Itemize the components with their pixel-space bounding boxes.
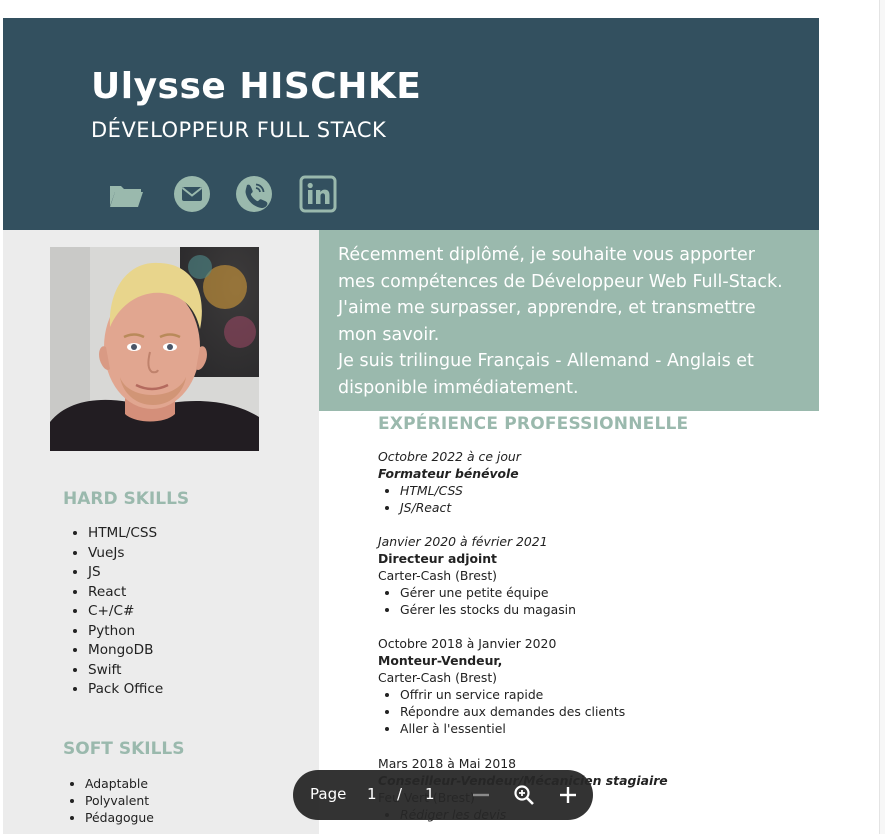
- list-item: Pédagogue: [85, 809, 154, 826]
- job-dates: Octobre 2018 à Janvier 2020: [378, 636, 557, 651]
- list-item: HTML/CSS: [88, 524, 163, 544]
- pdf-viewer: Ulysse HISCHKE DÉVELOPPEUR FULL STACK HA…: [0, 0, 885, 834]
- job-role: Formateur bénévole: [378, 466, 519, 481]
- experience-heading: EXPÉRIENCE PROFESSIONNELLE: [378, 414, 689, 434]
- job-tasks: Offrir un service rapide Répondre aux de…: [378, 686, 808, 737]
- list-item: Gérer les stocks du magasin: [400, 601, 808, 618]
- list-item: Répondre aux demandes des clients: [400, 703, 808, 720]
- list-item: HTML/CSS: [400, 482, 808, 499]
- list-item: Python: [88, 622, 163, 642]
- job-dates: Octobre 2022 à ce jour: [378, 449, 521, 464]
- list-item: JS/React: [400, 499, 808, 516]
- cv-header: Ulysse HISCHKE DÉVELOPPEUR FULL STACK: [3, 18, 819, 230]
- summary-line: J'aime me surpasser, apprendre, et trans…: [338, 298, 756, 319]
- linkedin-icon[interactable]: [299, 175, 337, 213]
- soft-skills-list: Adaptable Polyvalent Pédagogue: [65, 775, 154, 826]
- job-entry: Octobre 2018 à Janvier 2020 Monteur-Vend…: [378, 635, 808, 737]
- job-entry: Octobre 2022 à ce jour Formateur bénévol…: [378, 448, 808, 516]
- profile-summary: Récemment diplômé, je souhaite vous appo…: [319, 230, 819, 411]
- job-company: Carter-Cash (Brest): [378, 670, 498, 685]
- job-entry: Janvier 2020 à février 2021 Directeur ad…: [378, 533, 808, 618]
- zoom-in-button[interactable]: [556, 783, 580, 807]
- list-item: Aller à l'essentiel: [400, 720, 808, 737]
- list-item: Pack Office: [88, 680, 163, 700]
- job-dates: Janvier 2020 à février 2021: [378, 534, 548, 549]
- job-role: Monteur-Vendeur,: [378, 653, 503, 668]
- job-tasks: Gérer une petite équipe Gérer les stocks…: [378, 584, 808, 618]
- mail-icon[interactable]: [173, 175, 211, 213]
- zoom-out-button[interactable]: [469, 783, 493, 807]
- candidate-name: Ulysse HISCHKE: [91, 66, 422, 107]
- job-company: Carter-Cash (Brest): [378, 568, 498, 583]
- soft-skills-heading: SOFT SKILLS: [63, 739, 185, 759]
- summary-text: Récemment diplômé, je souhaite vous appo…: [338, 242, 813, 402]
- list-item: Offrir un service rapide: [400, 686, 808, 703]
- summary-line: Récemment diplômé, je souhaite vous appo…: [338, 245, 755, 265]
- phone-icon[interactable]: [235, 175, 273, 213]
- current-page-input[interactable]: 1: [367, 785, 377, 803]
- hard-skills-list: HTML/CSS VueJs JS React C+/C# Python Mon…: [68, 524, 163, 700]
- list-item: Gérer une petite équipe: [400, 584, 808, 601]
- cv-page: Ulysse HISCHKE DÉVELOPPEUR FULL STACK HA…: [3, 18, 819, 834]
- vertical-scrollbar[interactable]: [879, 0, 885, 834]
- job-role: Directeur adjoint: [378, 551, 497, 566]
- candidate-title: DÉVELOPPEUR FULL STACK: [91, 118, 387, 142]
- page-separator: /: [397, 785, 403, 803]
- page-label: Page: [310, 785, 347, 803]
- folder-icon[interactable]: [107, 175, 145, 213]
- zoom-icon[interactable]: [512, 783, 536, 807]
- page-controls: Page 1 / 1: [293, 770, 593, 820]
- list-item: Swift: [88, 661, 163, 681]
- summary-line: disponible immédiatement.: [338, 377, 579, 398]
- list-item: JS: [88, 563, 163, 583]
- list-item: React: [88, 583, 163, 603]
- summary-line: mes compétences de Développeur Web Full-…: [338, 271, 783, 292]
- list-item: VueJs: [88, 544, 163, 564]
- list-item: Adaptable: [85, 775, 154, 792]
- hard-skills-heading: HARD SKILLS: [63, 489, 190, 509]
- summary-line: mon savoir.: [338, 324, 440, 345]
- profile-photo: [50, 247, 259, 451]
- list-item: Polyvalent: [85, 792, 154, 809]
- summary-line: Je suis trilingue Français - Allemand - …: [338, 351, 754, 372]
- job-tasks: HTML/CSS JS/React: [378, 482, 808, 516]
- total-pages: 1: [425, 785, 435, 803]
- list-item: MongoDB: [88, 641, 163, 661]
- list-item: C+/C#: [88, 602, 163, 622]
